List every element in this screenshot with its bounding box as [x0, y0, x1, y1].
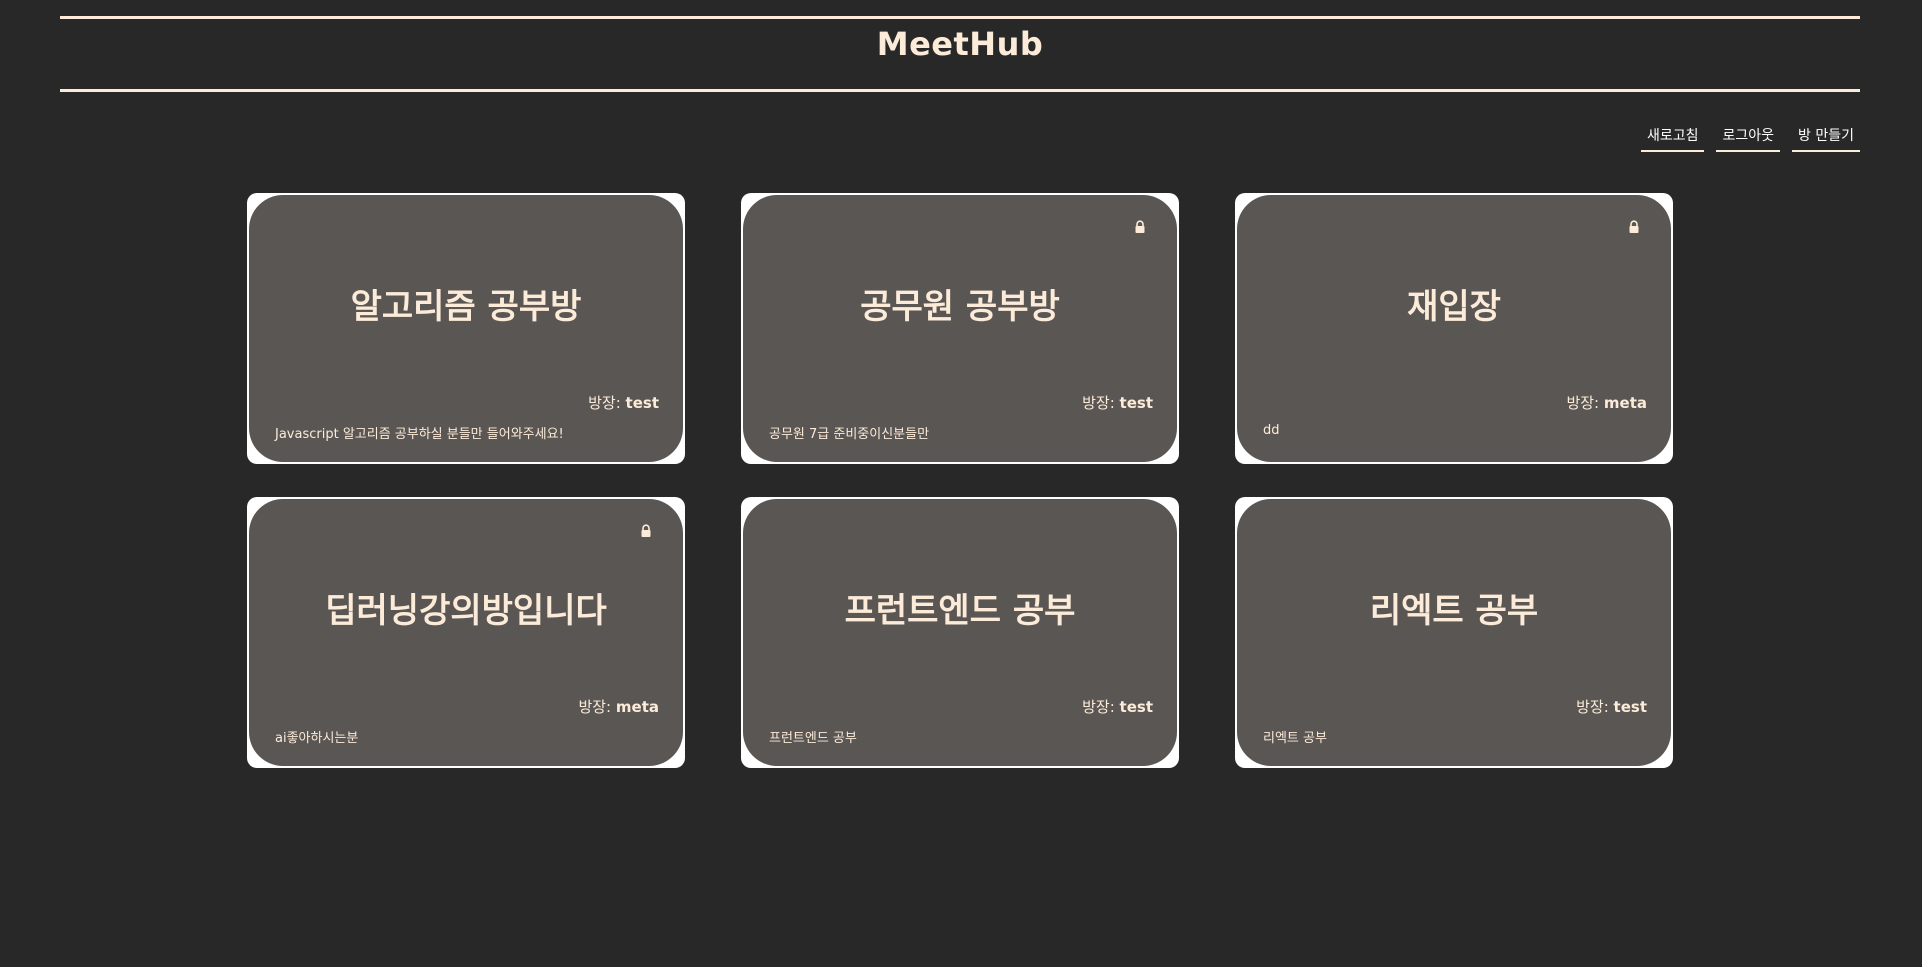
room-card-body: 딥러닝강의방입니다 방장: meta ai좋아하시는분 — [249, 499, 683, 766]
owner-name: meta — [1603, 394, 1647, 412]
room-title: 프런트엔드 공부 — [844, 591, 1076, 631]
lock-icon — [1629, 220, 1639, 233]
lock-icon — [1135, 220, 1145, 233]
owner-name: test — [1613, 698, 1647, 716]
owner-prefix: 방장: — [588, 394, 626, 412]
room-card-body: 프런트엔드 공부 방장: test 프런트엔드 공부 — [743, 499, 1177, 766]
room-title: 알고리즘 공부방 — [350, 287, 582, 327]
owner-prefix: 방장: — [1082, 394, 1120, 412]
room-title: 리엑트 공부 — [1369, 591, 1539, 631]
logout-button[interactable]: 로그아웃 — [1716, 126, 1781, 152]
room-card-body: 재입장 방장: meta dd — [1237, 195, 1671, 462]
room-owner: 방장: test — [1082, 696, 1153, 717]
owner-name: test — [1119, 394, 1153, 412]
room-card-body: 알고리즘 공부방 방장: test Javascript 알고리즘 공부하실 분… — [249, 195, 683, 462]
room-title: 공무원 공부방 — [860, 287, 1060, 327]
owner-prefix: 방장: — [1566, 394, 1604, 412]
room-title: 딥러닝강의방입니다 — [325, 591, 607, 631]
refresh-button[interactable]: 새로고침 — [1640, 126, 1705, 152]
create-room-button[interactable]: 방 만들기 — [1792, 126, 1860, 152]
owner-prefix: 방장: — [1576, 698, 1614, 716]
room-card[interactable]: 딥러닝강의방입니다 방장: meta ai좋아하시는분 — [247, 497, 685, 768]
room-description: ai좋아하시는분 — [275, 731, 359, 746]
room-owner: 방장: test — [588, 392, 659, 413]
room-card[interactable]: 공무원 공부방 방장: test 공무원 7급 준비중이신분들만 — [741, 193, 1179, 464]
room-owner: 방장: test — [1576, 696, 1647, 717]
owner-name: test — [1119, 698, 1153, 716]
room-description: Javascript 알고리즘 공부하실 분들만 들어와주세요! — [275, 427, 564, 442]
header: MeetHub — [60, 16, 1860, 92]
top-nav: 새로고침 로그아웃 방 만들기 — [1640, 126, 1860, 152]
owner-name: test — [625, 394, 659, 412]
owner-name: meta — [615, 698, 659, 716]
owner-prefix: 방장: — [1082, 698, 1120, 716]
room-description: 리엑트 공부 — [1263, 731, 1327, 746]
room-grid: 알고리즘 공부방 방장: test Javascript 알고리즘 공부하실 분… — [247, 193, 1673, 768]
room-description: 프런트엔드 공부 — [769, 731, 857, 746]
room-card-body: 공무원 공부방 방장: test 공무원 7급 준비중이신분들만 — [743, 195, 1177, 462]
owner-prefix: 방장: — [578, 698, 616, 716]
room-card[interactable]: 알고리즘 공부방 방장: test Javascript 알고리즘 공부하실 분… — [247, 193, 685, 464]
room-card[interactable]: 리엑트 공부 방장: test 리엑트 공부 — [1235, 497, 1673, 768]
room-card[interactable]: 프런트엔드 공부 방장: test 프런트엔드 공부 — [741, 497, 1179, 768]
room-owner: 방장: meta — [1566, 392, 1647, 413]
room-title: 재입장 — [1407, 287, 1501, 327]
room-owner: 방장: meta — [578, 696, 659, 717]
page: MeetHub 새로고침 로그아웃 방 만들기 알고리즘 공부방 방장: tes… — [0, 0, 1922, 967]
room-owner: 방장: test — [1082, 392, 1153, 413]
app-title: MeetHub — [876, 25, 1044, 63]
lock-icon — [641, 524, 651, 537]
room-card-body: 리엑트 공부 방장: test 리엑트 공부 — [1237, 499, 1671, 766]
room-description: 공무원 7급 준비중이신분들만 — [769, 427, 930, 442]
room-card[interactable]: 재입장 방장: meta dd — [1235, 193, 1673, 464]
room-description: dd — [1263, 423, 1280, 438]
